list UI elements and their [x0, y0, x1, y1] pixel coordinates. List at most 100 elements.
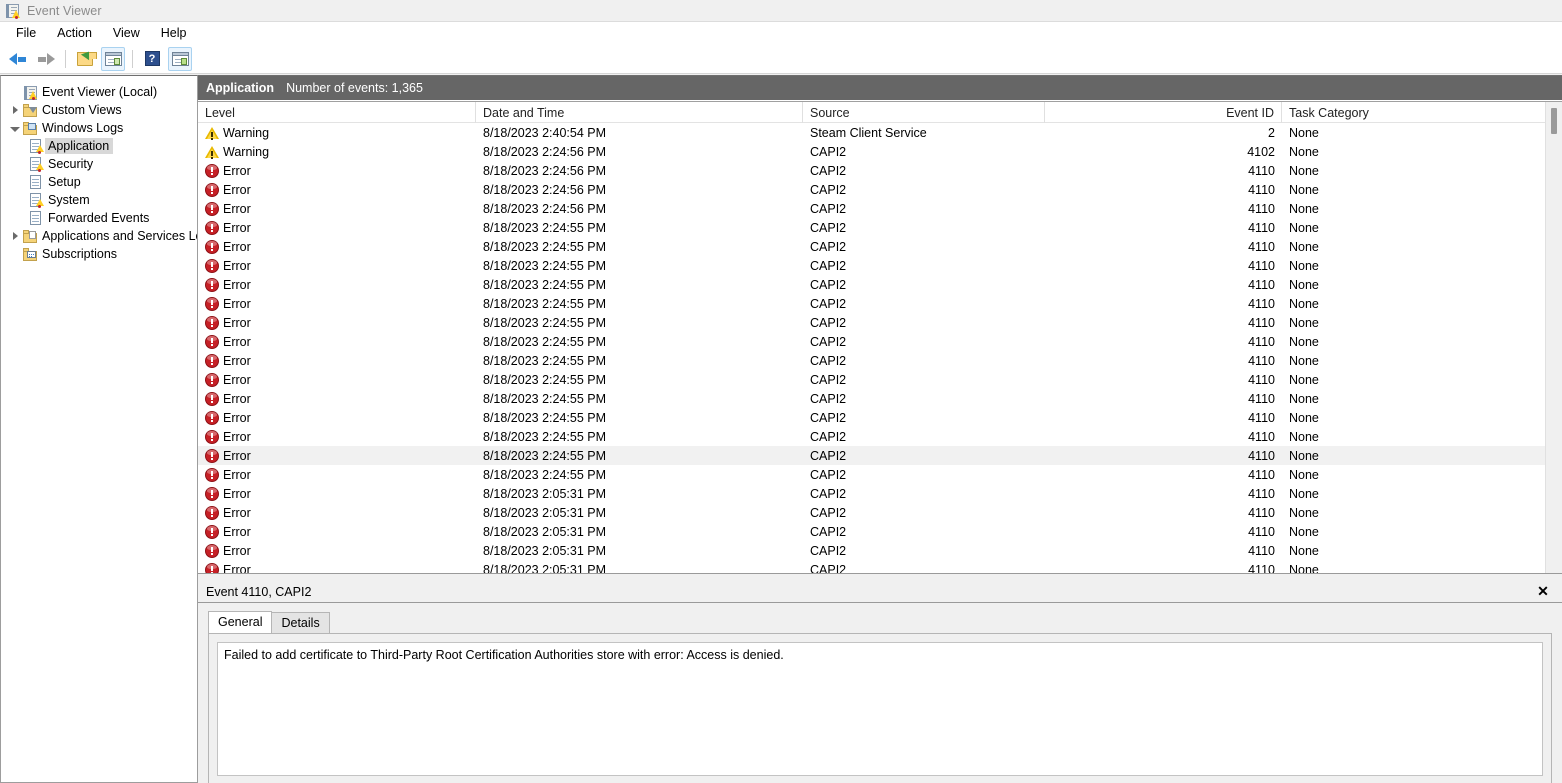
table-row[interactable]: Error8/18/2023 2:05:31 PMCAPI24110None — [198, 522, 1562, 541]
help-button[interactable]: ? — [140, 47, 164, 71]
table-row[interactable]: Error8/18/2023 2:24:55 PMCAPI24110None — [198, 465, 1562, 484]
column-header-task-category[interactable]: Task Category — [1282, 102, 1545, 123]
error-icon — [205, 297, 219, 311]
event-viewer-icon — [5, 3, 21, 19]
table-row[interactable]: Error8/18/2023 2:24:56 PMCAPI24110None — [198, 199, 1562, 218]
source-label: CAPI2 — [810, 468, 846, 482]
error-icon — [205, 183, 219, 197]
event-message[interactable]: Failed to add certificate to Third-Party… — [217, 642, 1543, 776]
table-row[interactable]: Error8/18/2023 2:24:55 PMCAPI24110None — [198, 218, 1562, 237]
table-row[interactable]: Error8/18/2023 2:24:56 PMCAPI24110None — [198, 161, 1562, 180]
show-hide-action-pane-button[interactable] — [168, 47, 192, 71]
close-icon[interactable]: ✕ — [1534, 582, 1552, 600]
event-id-label: 4110 — [1248, 487, 1275, 501]
datetime-label: 8/18/2023 2:24:55 PM — [483, 240, 606, 254]
error-icon — [205, 221, 219, 235]
menu-action[interactable]: Action — [47, 23, 102, 44]
main-area: Event Viewer (Local) Custom Views Window… — [0, 75, 1562, 783]
cell-event-id: 4110 — [1045, 180, 1282, 199]
cell-source: CAPI2 — [803, 237, 1045, 256]
console-tree-pane[interactable]: Event Viewer (Local) Custom Views Window… — [0, 75, 198, 783]
table-row[interactable]: Warning8/18/2023 2:40:54 PMSteam Client … — [198, 123, 1562, 142]
tree-item-setup[interactable]: Setup — [1, 173, 197, 191]
error-icon — [205, 468, 219, 482]
level-label: Error — [223, 221, 251, 235]
tree-item-applications-and-services-logs[interactable]: Applications and Services Lo — [1, 227, 197, 245]
table-row[interactable]: Error8/18/2023 2:24:56 PMCAPI24110None — [198, 180, 1562, 199]
table-row[interactable]: Error8/18/2023 2:24:55 PMCAPI24110None — [198, 446, 1562, 465]
tree-expander-windows-logs[interactable] — [7, 119, 23, 137]
tree-item-subscriptions[interactable]: Subscriptions — [1, 245, 197, 263]
table-row[interactable]: Error8/18/2023 2:24:55 PMCAPI24110None — [198, 332, 1562, 351]
tree-item-label: Applications and Services Lo — [42, 229, 197, 243]
tree-item-forwarded-events[interactable]: Forwarded Events — [1, 209, 197, 227]
datetime-label: 8/18/2023 2:24:55 PM — [483, 468, 606, 482]
column-header-date-and-time[interactable]: Date and Time — [476, 102, 803, 123]
forward-button[interactable] — [34, 47, 58, 71]
tree-expander-applications-and-services-logs[interactable] — [7, 227, 23, 245]
show-hide-console-tree-button[interactable] — [101, 47, 125, 71]
error-icon — [205, 240, 219, 254]
column-header-level[interactable]: Level — [198, 102, 476, 123]
pane-splitter[interactable] — [198, 573, 1562, 581]
toolbar-separator-1 — [65, 50, 66, 68]
back-button[interactable] — [6, 47, 30, 71]
tree-item-custom-views[interactable]: Custom Views — [1, 101, 197, 119]
table-row[interactable]: Warning8/18/2023 2:24:56 PMCAPI24102None — [198, 142, 1562, 161]
table-row[interactable]: Error8/18/2023 2:24:55 PMCAPI24110None — [198, 313, 1562, 332]
table-row[interactable]: Error8/18/2023 2:24:55 PMCAPI24110None — [198, 294, 1562, 313]
console-tree-icon — [105, 52, 122, 66]
tree-item-application[interactable]: Application — [1, 137, 197, 155]
tree-item-windows-logs[interactable]: Windows Logs — [1, 119, 197, 137]
table-row[interactable]: Error8/18/2023 2:24:55 PMCAPI24110None — [198, 237, 1562, 256]
table-row[interactable]: Error8/18/2023 2:05:31 PMCAPI24110None — [198, 484, 1562, 503]
column-header-event-id[interactable]: Event ID — [1045, 102, 1282, 123]
cell-task-category: None — [1282, 313, 1545, 332]
cell-event-id: 4110 — [1045, 370, 1282, 389]
menu-view[interactable]: View — [103, 23, 150, 44]
cell-level: Error — [198, 408, 476, 427]
table-row[interactable]: Error8/18/2023 2:24:55 PMCAPI24110None — [198, 389, 1562, 408]
table-row[interactable]: Error8/18/2023 2:24:55 PMCAPI24110None — [198, 427, 1562, 446]
table-row[interactable]: Error8/18/2023 2:24:55 PMCAPI24110None — [198, 275, 1562, 294]
table-row[interactable]: Error8/18/2023 2:24:55 PMCAPI24110None — [198, 256, 1562, 275]
source-label: CAPI2 — [810, 506, 846, 520]
tree-item-system[interactable]: System — [1, 191, 197, 209]
table-row[interactable]: Error8/18/2023 2:05:31 PMCAPI24110None — [198, 541, 1562, 560]
cell-event-id: 4110 — [1045, 389, 1282, 408]
tab-details[interactable]: Details — [271, 612, 329, 633]
cell-event-id: 4110 — [1045, 161, 1282, 180]
menu-file[interactable]: File — [6, 23, 46, 44]
table-row[interactable]: Error8/18/2023 2:24:55 PMCAPI24110None — [198, 408, 1562, 427]
menu-help[interactable]: Help — [151, 23, 197, 44]
tree-expander-custom-views[interactable] — [7, 101, 23, 119]
task-category-label: None — [1289, 525, 1319, 539]
cell-source: CAPI2 — [803, 351, 1045, 370]
event-list[interactable]: Level Date and Time Source Event ID Task… — [198, 101, 1562, 573]
level-label: Warning — [223, 126, 269, 140]
table-row[interactable]: Error8/18/2023 2:24:55 PMCAPI24110None — [198, 351, 1562, 370]
tree-item-security[interactable]: Security — [1, 155, 197, 173]
table-row[interactable]: Error8/18/2023 2:24:55 PMCAPI24110None — [198, 370, 1562, 389]
task-category-label: None — [1289, 354, 1319, 368]
tab-general[interactable]: General — [208, 611, 272, 633]
tree-item-event-viewer-local[interactable]: Event Viewer (Local) — [1, 83, 197, 101]
event-id-label: 4110 — [1248, 468, 1275, 482]
up-one-level-button[interactable] — [73, 47, 97, 71]
error-icon — [205, 259, 219, 273]
table-row[interactable]: Error8/18/2023 2:05:31 PMCAPI24110None — [198, 560, 1562, 573]
error-icon — [205, 373, 219, 387]
datetime-label: 8/18/2023 2:24:55 PM — [483, 392, 606, 406]
cell-datetime: 8/18/2023 2:24:55 PM — [476, 446, 803, 465]
level-label: Error — [223, 449, 251, 463]
cell-source: CAPI2 — [803, 142, 1045, 161]
scrollbar-thumb[interactable] — [1551, 108, 1557, 134]
error-icon — [205, 525, 219, 539]
datetime-label: 8/18/2023 2:24:55 PM — [483, 221, 606, 235]
error-icon — [205, 316, 219, 330]
column-header-source[interactable]: Source — [803, 102, 1045, 123]
event-list-scrollbar[interactable] — [1545, 102, 1562, 573]
source-label: CAPI2 — [810, 563, 846, 574]
table-row[interactable]: Error8/18/2023 2:05:31 PMCAPI24110None — [198, 503, 1562, 522]
datetime-label: 8/18/2023 2:05:31 PM — [483, 525, 606, 539]
